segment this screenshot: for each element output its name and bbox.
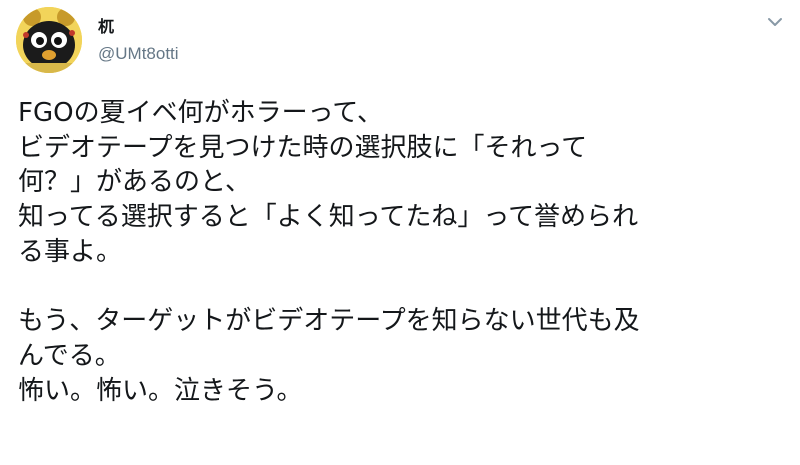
tweet-card: 杌 @UMt8otti FGOの夏イベ何がホラーって、 ビデオテープを見つけた時…	[0, 0, 800, 465]
tweet-text: FGOの夏イベ何がホラーって、 ビデオテープを見つけた時の選択肢に「それって 何…	[18, 96, 793, 408]
tweet-text-line: もう、ターゲットがビデオテープを知らない世代も及	[18, 306, 640, 337]
tweet-text-line: 知ってる選択すると「よく知ってたね」って誉められ	[18, 202, 639, 233]
avatar[interactable]	[16, 7, 82, 73]
tweet-text-line: FGOの夏イベ何がホラーって、	[18, 98, 383, 128]
tweet-text-line: 何？」があるのと、	[18, 167, 251, 198]
tweet-menu-button[interactable]	[766, 14, 784, 28]
user-info: 杌 @UMt8otti	[98, 17, 179, 65]
tweet-text-line: ビデオテープを見つけた時の選択肢に「それって	[18, 132, 588, 163]
chevron-down-icon	[768, 18, 782, 26]
tweet-text-line: る事よ。	[18, 236, 123, 267]
tweet-text-line: 怖い。怖い。泣きそう。	[18, 375, 303, 406]
mascot-avatar-icon	[16, 7, 82, 73]
display-name[interactable]: 杌	[98, 17, 179, 37]
tweet-text-line: んでる。	[18, 340, 121, 371]
user-handle[interactable]: @UMt8otti	[98, 43, 179, 65]
